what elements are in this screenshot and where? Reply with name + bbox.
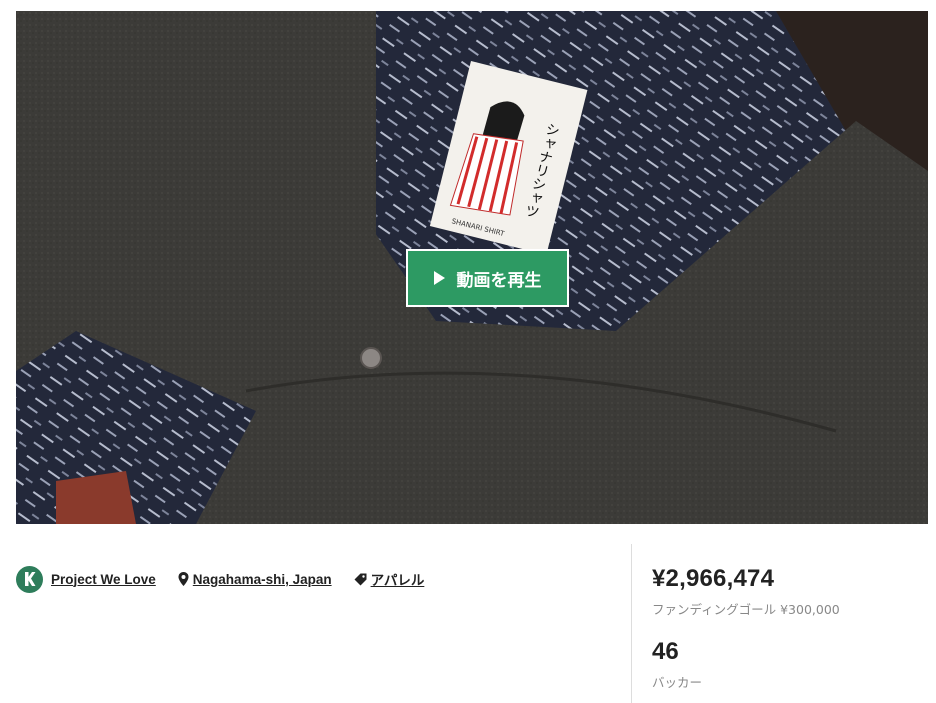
kickstarter-logo-icon <box>16 565 43 593</box>
project-hero-image[interactable]: シャナリシャツ SHANARI SHIRT 動画を再生 <box>16 11 928 524</box>
backers-label: バッカー <box>652 675 703 690</box>
location-link[interactable]: Nagahama-shi, Japan <box>193 572 332 587</box>
pledged-amount: ¥2,966,474 <box>652 565 775 592</box>
project-meta-row: Project We Love Nagahama-shi, Japan アパレル <box>16 565 424 593</box>
location-item[interactable]: Nagahama-shi, Japan <box>178 572 332 587</box>
play-video-button[interactable]: 動画を再生 <box>406 249 569 307</box>
funding-stats: ¥2,966,474 ファンディングゴール ¥300,000 46 バッカー <box>652 565 840 691</box>
play-video-label: 動画を再生 <box>456 270 542 291</box>
category-item[interactable]: アパレル <box>354 569 425 589</box>
column-divider <box>631 544 632 703</box>
backers-count: 46 <box>652 638 679 665</box>
category-link[interactable]: アパレル <box>371 569 425 589</box>
creator-link[interactable]: Project We Love <box>51 572 156 587</box>
location-pin-icon <box>178 572 189 586</box>
play-icon <box>433 271 445 285</box>
funding-goal: ファンディングゴール ¥300,000 <box>652 602 840 617</box>
tag-icon <box>354 573 367 585</box>
